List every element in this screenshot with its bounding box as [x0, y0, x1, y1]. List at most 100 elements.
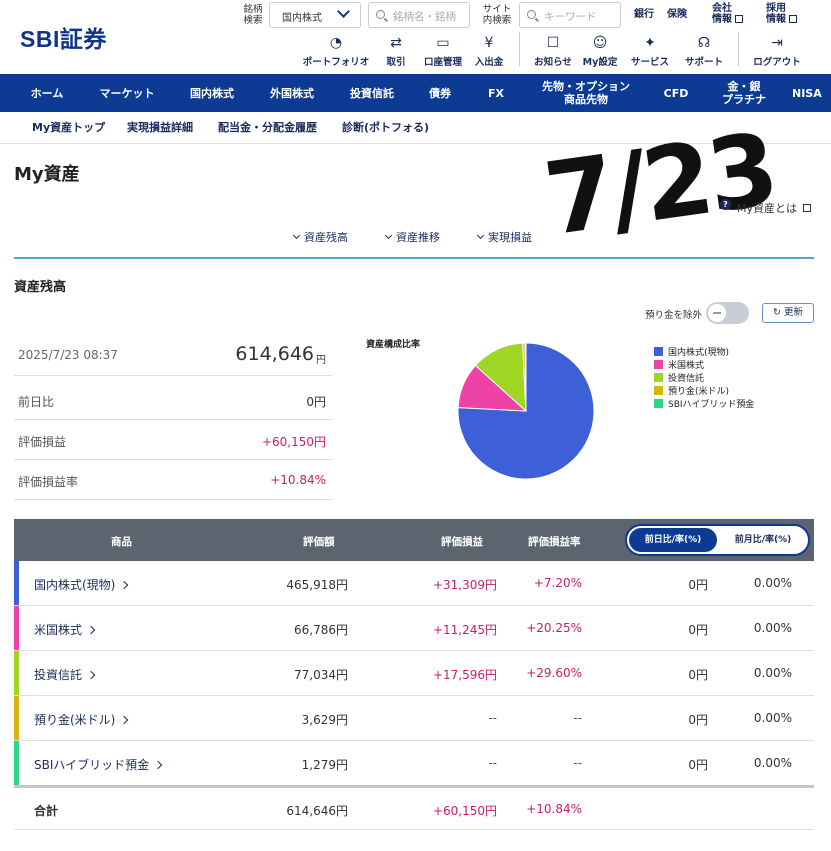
logout-button[interactable]: ⇥ ログアウト: [750, 35, 804, 68]
external-link-icon: [735, 15, 743, 23]
account-button[interactable]: ▭ 口座管理: [420, 35, 466, 68]
product-pl: +31,309円: [432, 578, 497, 592]
product-rate: --: [573, 756, 582, 770]
th-pl: 評価損益: [441, 536, 483, 548]
insurance-link[interactable]: 保険: [667, 9, 687, 20]
product-link[interactable]: 預り金(米ドル): [34, 711, 129, 728]
nav-domestic-stocks[interactable]: 国内株式: [180, 74, 244, 112]
help-icon[interactable]: ?: [720, 199, 731, 210]
site-search-label: サイト 内検索: [482, 4, 512, 26]
main-nav: ホーム マーケット 国内株式 外国株式 投資信託 債券 FX 先物・オプション …: [0, 74, 831, 112]
subnav-my-assets-top[interactable]: My資産トップ: [32, 119, 105, 135]
category-color-bar: [14, 741, 19, 785]
subnav-diagnosis[interactable]: 診断(ポトフォる): [342, 119, 429, 135]
nav-home[interactable]: ホーム: [18, 74, 76, 112]
unrealized-rate-row: 評価損益率 +10.84%: [14, 460, 332, 500]
nav-fx[interactable]: FX: [478, 74, 514, 112]
site-search-placeholder: キーワード: [544, 11, 597, 23]
my-settings-button[interactable]: ☺ My設定: [581, 35, 619, 68]
sbi-logo[interactable]: SBI証券: [20, 20, 107, 54]
product-value: 465,918円: [286, 578, 348, 592]
chevron-down-icon: [476, 231, 485, 240]
search-icon: [527, 10, 536, 19]
nav-mutual-funds[interactable]: 投資信託: [340, 74, 404, 112]
legend-label: 投資信託: [668, 374, 705, 384]
product-day-change: 0円: [688, 623, 708, 637]
balance-date: 2025/7/23 08:37: [18, 348, 118, 362]
product-day-change: 0円: [688, 578, 708, 592]
balance-section-title: 資産残高: [14, 280, 67, 295]
product-link[interactable]: 国内株式(現物): [34, 576, 129, 593]
nav-nisa[interactable]: NISA: [792, 74, 831, 112]
nav-market[interactable]: マーケット: [92, 74, 162, 112]
product-name: 国内株式(現物): [34, 578, 116, 592]
asset-pie-chart: [457, 342, 595, 480]
day-change-label: 前日比: [18, 395, 55, 409]
refresh-button[interactable]: ↻ 更新: [762, 303, 814, 323]
recruit-link[interactable]: 採用 情報: [766, 3, 786, 25]
anchor-history[interactable]: 資産推移: [384, 229, 440, 245]
recruit-label: 採用 情報: [766, 3, 786, 25]
about-my-assets-link[interactable]: My資産とは: [737, 200, 811, 216]
transfer-icon: ⇄: [390, 35, 402, 51]
legend-swatch: [654, 373, 663, 382]
logout-label: ログアウト: [753, 57, 801, 68]
legend-swatch: [654, 399, 663, 408]
stock-search-input[interactable]: 銘柄名・銘柄: [368, 2, 470, 28]
product-day-rate: 0.00%: [753, 621, 792, 635]
unrealized-rate-value: +10.84%: [270, 473, 326, 487]
chevron-right-icon: [120, 580, 129, 590]
table-row: 国内株式(現物) 465,918円 +31,309円 +7.20% 0円 0.00%: [14, 561, 814, 606]
notice-button[interactable]: ☐ お知らせ: [531, 35, 575, 68]
nav-futures[interactable]: 先物・オプション 商品先物: [530, 74, 642, 112]
tab-month-change[interactable]: 前月比/率(%): [719, 528, 807, 552]
support-button[interactable]: ☊ サポート: [682, 35, 726, 68]
subnav-dividend-history[interactable]: 配当金・分配金履歴: [218, 119, 317, 135]
product-link[interactable]: 投資信託: [34, 666, 96, 683]
site-search-input[interactable]: キーワード: [519, 2, 621, 28]
total-row: 合計 614,646円 +60,150円 +10.84%: [14, 788, 814, 830]
deposit-button[interactable]: ¥ 入出金: [471, 35, 507, 68]
legend-item: 米国株式: [654, 358, 704, 371]
legend-item: SBIハイブリッド預金: [654, 397, 754, 410]
product-link[interactable]: 米国株式: [34, 621, 96, 638]
anchor-realized[interactable]: 実現損益: [476, 229, 532, 245]
nav-precious-metals[interactable]: 金・銀 プラチナ: [712, 74, 776, 112]
handwritten-date: 7/23: [537, 110, 782, 259]
product-pl: +17,596円: [432, 668, 497, 682]
toolbar-divider: [519, 32, 520, 66]
account-icon: ▭: [436, 35, 450, 51]
legend-label: 預り金(米ドル): [668, 387, 730, 397]
legend-label: 国内株式(現物): [668, 348, 730, 358]
bank-link[interactable]: 銀行: [634, 9, 654, 20]
portfolio-button[interactable]: ◔ ポートフォリオ: [300, 35, 372, 68]
company-info-link[interactable]: 会社 情報: [712, 3, 732, 25]
anchor-balance[interactable]: 資産残高: [292, 229, 348, 245]
company-info-label: 会社 情報: [712, 3, 732, 25]
exclude-deposit-toggle[interactable]: [706, 302, 749, 324]
service-label: サービス: [630, 57, 669, 68]
product-link[interactable]: SBIハイブリッド預金: [34, 756, 163, 773]
product-value: 77,034円: [294, 668, 348, 682]
trade-button[interactable]: ⇄ 取引: [378, 35, 414, 68]
nav-cfd[interactable]: CFD: [656, 74, 696, 112]
total-label: 合計: [34, 804, 59, 818]
service-button[interactable]: ✦ サービス: [624, 35, 676, 68]
deposit-label: 入出金: [474, 57, 504, 68]
external-link-icon: [802, 204, 811, 212]
nav-bonds[interactable]: 債券: [420, 74, 460, 112]
legend-swatch: [654, 347, 663, 356]
total-rate: +10.84%: [526, 802, 582, 816]
day-change-row: 前日比 0円: [14, 380, 332, 420]
notice-label: お知らせ: [534, 57, 572, 68]
product-pl: +11,245円: [432, 623, 497, 637]
chevron-down-icon: [384, 231, 393, 240]
chevron-right-icon: [120, 715, 129, 725]
anchor-underline: [14, 257, 814, 259]
tab-day-change[interactable]: 前日比/率(%): [629, 528, 717, 552]
market-select[interactable]: 国内株式: [269, 2, 361, 28]
product-day-rate: 0.00%: [753, 756, 792, 770]
nav-foreign-stocks[interactable]: 外国株式: [260, 74, 324, 112]
portfolio-icon: ◔: [329, 35, 343, 51]
subnav-realized-pl[interactable]: 実現損益詳細: [127, 119, 193, 135]
